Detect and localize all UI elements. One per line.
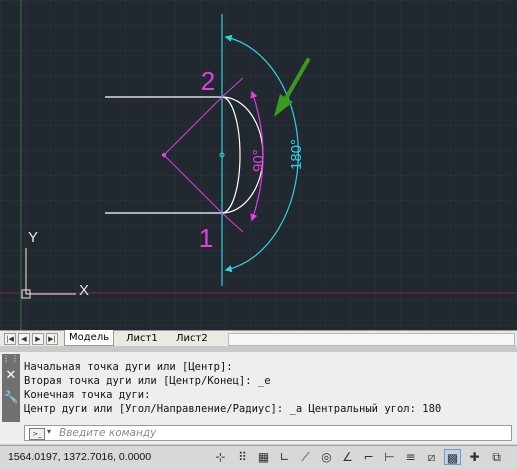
wrench-icon[interactable]: 🔧 xyxy=(2,390,20,404)
history-line: Вторая точка дуги или [Центр/Конец]: _e xyxy=(24,375,271,387)
dynamic-input-icon[interactable]: ⊢ xyxy=(381,449,398,465)
quick-properties-icon[interactable]: ▩ xyxy=(444,449,461,465)
object-snap-icon[interactable]: ◎ xyxy=(318,449,335,465)
first-tab-button[interactable]: |◀ xyxy=(4,333,16,345)
prompt-icon[interactable]: >_ xyxy=(29,428,45,440)
prev-tab-button[interactable]: ◀ xyxy=(18,333,30,345)
dropdown-arrow-icon[interactable]: ▾ xyxy=(47,427,51,436)
center-point xyxy=(161,152,167,158)
last-tab-button[interactable]: ▶| xyxy=(46,333,58,345)
tab-sheet1[interactable]: Лист1 xyxy=(122,331,162,346)
ucs-y-label: Y xyxy=(28,229,38,246)
lineweight-icon[interactable]: ≡ xyxy=(402,449,419,465)
transparency-icon[interactable]: ⧄ xyxy=(423,449,440,465)
dynamic-ucs-icon[interactable]: ⌐ xyxy=(360,449,377,465)
ucs-x-label: X xyxy=(79,282,89,299)
snap-tracking-icon[interactable]: ∠ xyxy=(339,449,356,465)
angle-label-180: 180° xyxy=(288,139,305,170)
infer-constraints-icon[interactable]: ⊹ xyxy=(212,449,229,465)
angle-label-90: 90° xyxy=(250,149,267,172)
history-line: Центр дуги или [Угол/Направление/Радиус]… xyxy=(24,403,442,415)
command-placeholder: Введите команду xyxy=(59,427,157,439)
tab-model[interactable]: Модель xyxy=(64,330,115,346)
history-line: Начальная точка дуги или [Центр]: xyxy=(24,361,233,373)
command-line-panel: ⋮⋮ ✕ 🔧 Начальная точка дуги или [Центр]:… xyxy=(0,352,517,444)
grip-dots-icon[interactable]: ⋮⋮ xyxy=(2,354,20,363)
point-label-1: 1 xyxy=(199,223,213,253)
status-bar: 1564.0197, 1372.7016, 0.0000 ⊹ ⠿ ▦ ∟ ⟋ ◎… xyxy=(0,445,517,469)
next-tab-button[interactable]: ▶ xyxy=(32,333,44,345)
polar-tracking-icon[interactable]: ⟋ xyxy=(297,449,314,465)
ortho-mode-icon[interactable]: ∟ xyxy=(276,449,293,465)
layout-tab-bar: |◀ ◀ ▶ ▶| Модель Лист1 Лист2 xyxy=(0,330,517,346)
drawing-viewport[interactable]: 2 1 90° 180° Y X xyxy=(0,0,517,330)
selection-cycling-icon[interactable]: ✚ xyxy=(466,449,483,465)
command-panel-grip[interactable]: ⋮⋮ ✕ 🔧 xyxy=(2,354,20,422)
command-history: Начальная точка дуги или [Центр]: Вторая… xyxy=(24,360,512,416)
history-line: Конечная точка дуги: xyxy=(24,389,151,401)
coordinates-readout: 1564.0197, 1372.7016, 0.0000 xyxy=(8,451,152,463)
command-input[interactable]: >_ ▾ Введите команду xyxy=(24,425,512,441)
grid-display-icon[interactable]: ▦ xyxy=(255,449,272,465)
tab-sheet2[interactable]: Лист2 xyxy=(172,331,212,346)
point-label-2: 2 xyxy=(201,66,215,96)
snap-mode-icon[interactable]: ⠿ xyxy=(234,449,251,465)
drawing-canvas[interactable]: 2 1 90° 180° Y X xyxy=(0,0,517,330)
close-icon[interactable]: ✕ xyxy=(2,368,20,383)
horizontal-scrollbar[interactable] xyxy=(228,333,515,346)
annotation-monitor-icon[interactable]: ⧉ xyxy=(488,449,505,465)
